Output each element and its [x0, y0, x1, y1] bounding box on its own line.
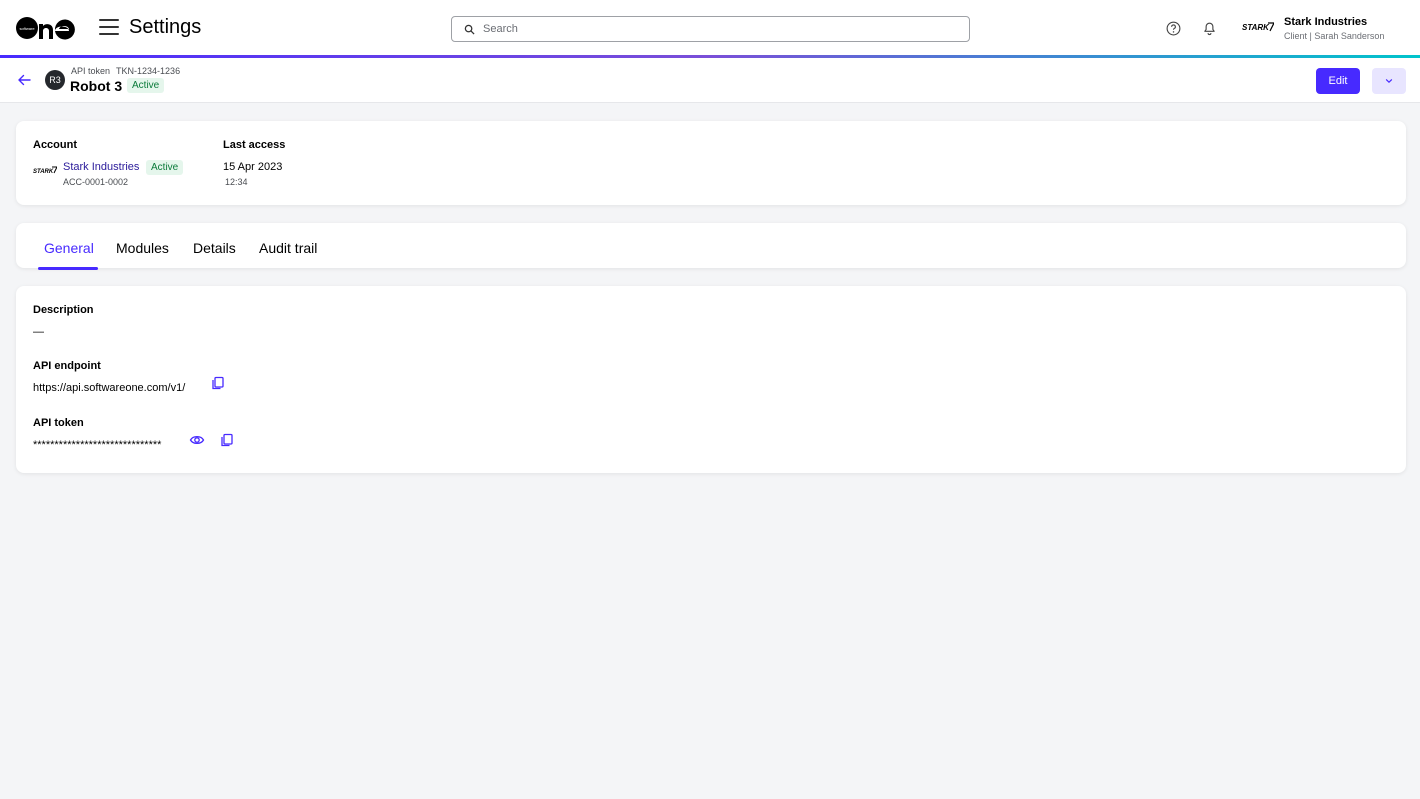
menu-icon[interactable]: [99, 19, 119, 37]
description-value: —: [33, 326, 44, 338]
account-switcher-sub: Client | Sarah Sanderson: [1284, 31, 1385, 41]
active-tab-indicator: [38, 267, 98, 270]
endpoint-value: https://api.softwareone.com/v1/: [33, 382, 186, 394]
breadcrumb-id: TKN-1234-1236: [116, 66, 181, 76]
general-card: Description — API endpoint https://api.s…: [16, 286, 1406, 473]
copy-token-icon[interactable]: [219, 432, 235, 448]
top-bar: software Settings STARK Stark Industries…: [0, 0, 1420, 56]
search-box[interactable]: [451, 16, 970, 42]
chevron-down-icon: [1385, 79, 1393, 84]
account-link[interactable]: Stark Industries: [63, 161, 139, 173]
copy-endpoint-icon[interactable]: [210, 375, 226, 391]
last-access-label: Last access: [223, 139, 286, 151]
summary-card: Account STARK Stark Industries Active AC…: [16, 121, 1406, 205]
token-label: API token: [33, 417, 84, 429]
last-access-time: 12:34: [225, 177, 248, 187]
notification-bell-icon[interactable]: [1202, 20, 1217, 36]
tab-details[interactable]: Details: [193, 240, 236, 256]
svg-text:software: software: [19, 26, 35, 31]
svg-text:STARK: STARK: [33, 169, 54, 175]
stark-logo: STARK: [1242, 22, 1274, 32]
breadcrumb: API token TKN-1234-1236: [71, 66, 186, 76]
last-access-date: 15 Apr 2023: [223, 161, 283, 173]
search-icon: [464, 24, 475, 35]
avatar: R3: [45, 70, 65, 90]
stark-logo: STARK: [33, 166, 57, 175]
tab-bar: General Modules Details Audit trail: [16, 223, 1406, 270]
status-badge: Active: [127, 78, 165, 93]
page-title: Robot 3: [70, 78, 123, 94]
back-arrow-icon[interactable]: [17, 73, 31, 87]
edit-button[interactable]: Edit: [1316, 68, 1360, 94]
breadcrumb-type: API token: [71, 66, 111, 76]
search-input[interactable]: [483, 23, 969, 35]
token-value: ******************************: [33, 439, 162, 451]
tab-general[interactable]: General: [44, 240, 94, 256]
description-label: Description: [33, 304, 94, 316]
account-label: Account: [33, 139, 77, 151]
help-icon[interactable]: [1166, 21, 1181, 36]
tab-audit-trail[interactable]: Audit trail: [259, 240, 317, 256]
svg-text:STARK: STARK: [1242, 23, 1270, 32]
tab-modules[interactable]: Modules: [116, 240, 169, 256]
account-status-badge: Active: [146, 160, 184, 175]
app-title: Settings: [129, 16, 202, 38]
page-header: R3 API token TKN-1234-1236 Robot 3 Active…: [0, 58, 1420, 103]
more-actions-button[interactable]: [1372, 68, 1406, 94]
endpoint-label: API endpoint: [33, 360, 101, 372]
account-id: ACC-0001-0002: [63, 177, 129, 187]
eye-icon[interactable]: [189, 432, 205, 448]
account-switcher-name[interactable]: Stark Industries: [1284, 16, 1367, 28]
softwareone-logo[interactable]: software: [15, 15, 77, 41]
